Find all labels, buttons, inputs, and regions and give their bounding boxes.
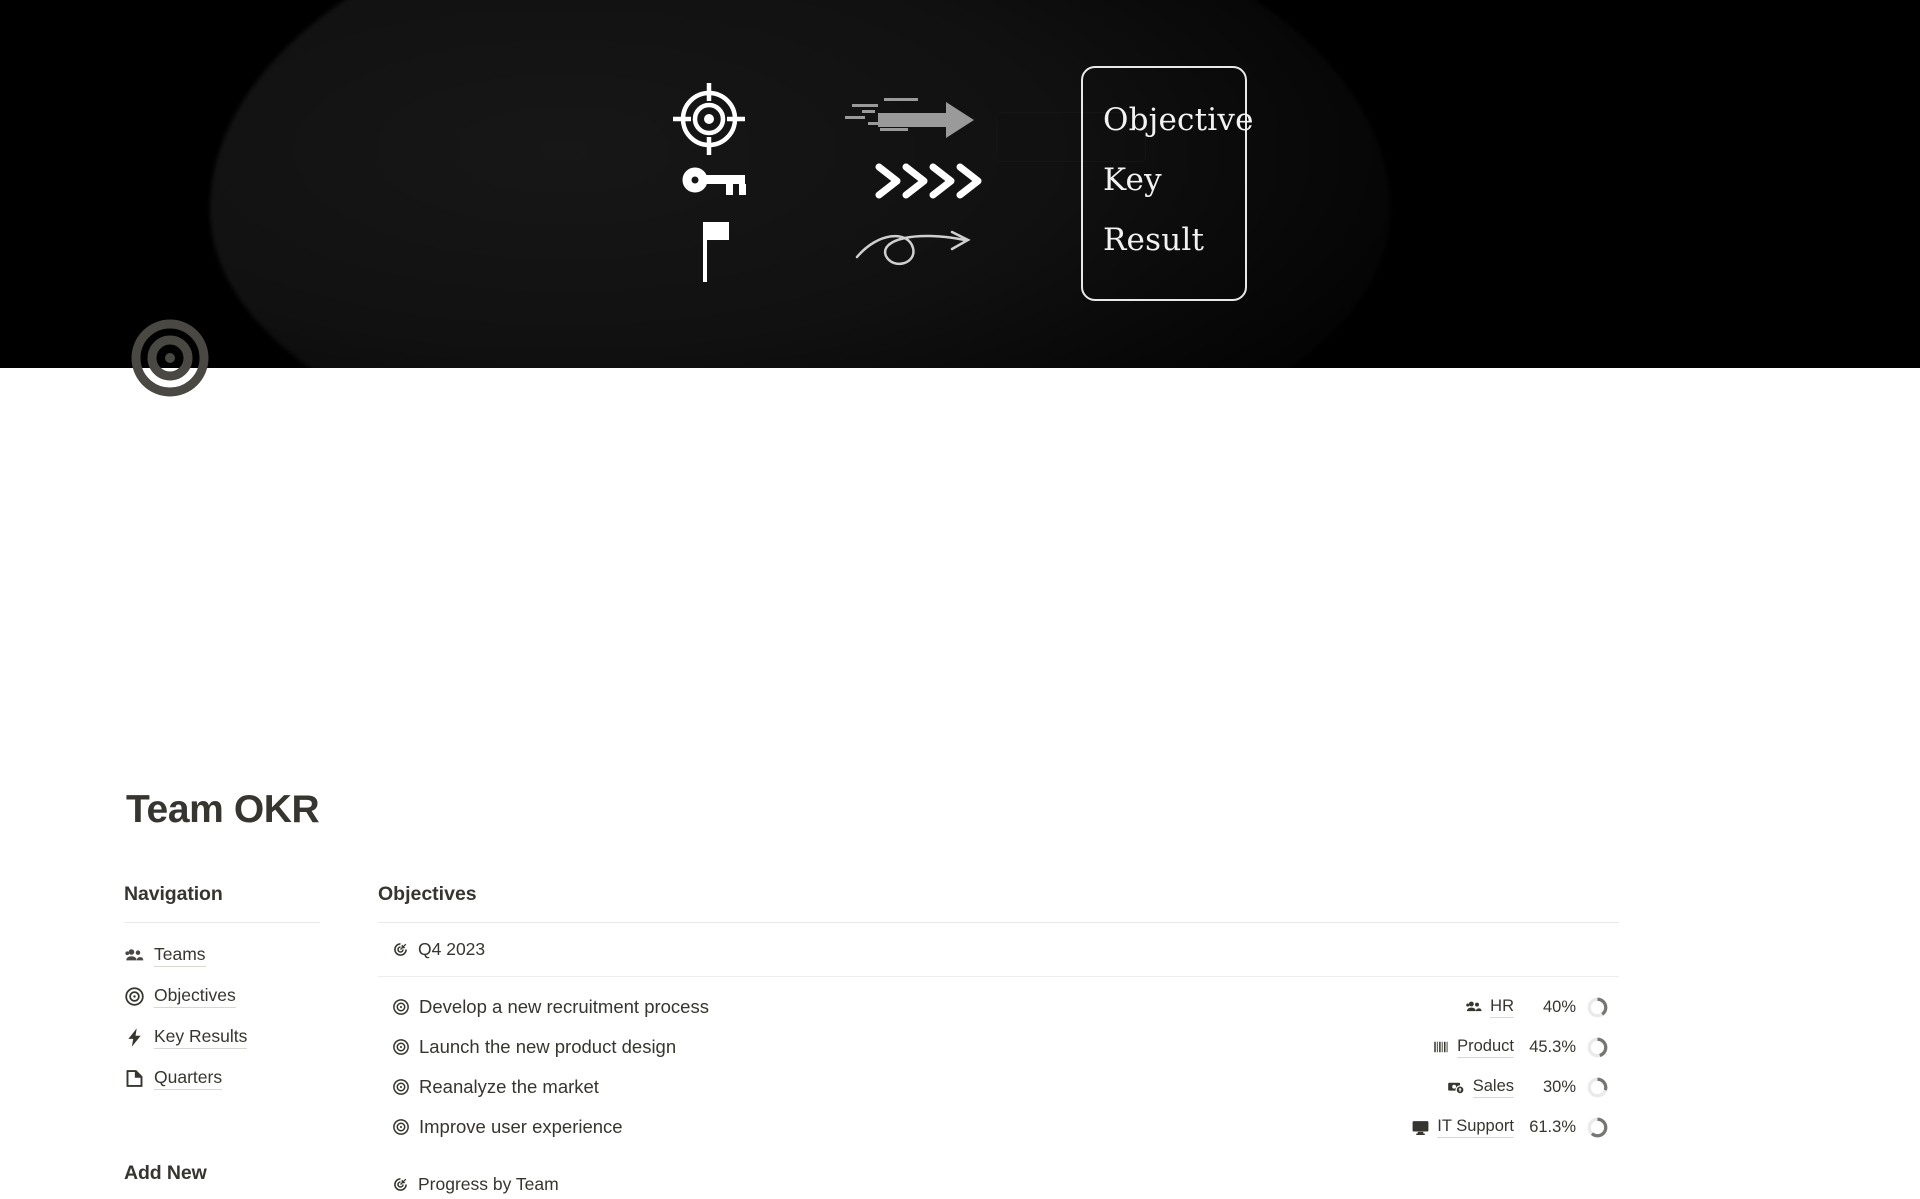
team-chip[interactable]: Sales	[1447, 1077, 1514, 1098]
objective-row[interactable]: Develop a new recruitment process HR 40%	[378, 987, 1619, 1027]
flag-icon	[703, 222, 729, 282]
main-objectives-panel: Objectives Q4 2023 Develop a new recruit…	[378, 883, 1619, 1199]
target-center-dot	[704, 114, 714, 124]
progress-group-label: Progress by Team	[418, 1173, 559, 1194]
objective-percent: 61.3%	[1529, 1117, 1576, 1136]
sidebar-item-label: Quarters	[154, 1067, 223, 1090]
progress-ring	[1586, 1116, 1609, 1139]
bullseye-target-icon	[124, 986, 145, 1007]
objective-title: Launch the new product design	[419, 1036, 677, 1057]
team-name: Sales	[1472, 1077, 1514, 1098]
okr-word-key: Key	[1103, 162, 1162, 198]
team-chip[interactable]: Product	[1432, 1037, 1514, 1058]
bullseye-target-icon	[392, 998, 410, 1016]
objective-percent: 30%	[1542, 1077, 1576, 1096]
sidebar-navigation: Navigation Teams Objectives Key Results …	[124, 883, 324, 1099]
sidebar-item-label: Teams	[154, 944, 206, 967]
people-group-icon	[124, 945, 145, 966]
navigation-divider	[124, 922, 320, 923]
objective-meta: HR 40%	[1465, 996, 1619, 1019]
objective-title: Develop a new recruitment process	[419, 996, 709, 1017]
okr-label-box: Objective Key Result	[1081, 66, 1254, 301]
page-cover-banner: Objective Key Result	[0, 0, 1920, 368]
objective-title: Improve user experience	[419, 1116, 623, 1137]
objective-percent: 45.3%	[1529, 1037, 1576, 1056]
objective-row[interactable]: Reanalyze the market Sales 30%	[378, 1067, 1619, 1107]
objectives-heading: Objectives	[378, 883, 477, 905]
key-icon	[682, 167, 746, 195]
people-group-icon	[1465, 998, 1483, 1016]
navigation-heading: Navigation	[124, 883, 223, 905]
add-new-section: Add New + Team + Quarter + Objective + K…	[124, 1162, 334, 1199]
add-new-heading: Add New	[124, 1162, 207, 1184]
dashed-arrow-icon	[845, 98, 974, 138]
money-bill-icon	[1447, 1078, 1466, 1097]
progress-ring	[1586, 996, 1609, 1019]
group-row-quarter[interactable]: Q4 2023	[378, 923, 1619, 977]
team-name: IT Support	[1437, 1117, 1514, 1138]
sidebar-item-key-results[interactable]: Key Results	[124, 1017, 324, 1058]
objective-meta: Product 45.3%	[1432, 1036, 1619, 1059]
team-name: Product	[1457, 1037, 1514, 1058]
desktop-monitor-icon	[1411, 1118, 1430, 1137]
objective-title: Reanalyze the market	[419, 1076, 599, 1097]
banner-artwork	[673, 83, 982, 282]
team-chip[interactable]: HR	[1465, 997, 1514, 1018]
target-dart-icon	[392, 1176, 409, 1193]
objective-percent: 40%	[1542, 997, 1576, 1016]
objective-meta: Sales 30%	[1447, 1076, 1619, 1099]
objective-meta: IT Support 61.3%	[1411, 1116, 1619, 1139]
group-row-progress-by-team[interactable]: Progress by Team	[378, 1157, 1619, 1199]
okr-word-result: Result	[1103, 222, 1205, 258]
okr-word-objective: Objective	[1103, 102, 1254, 138]
page-corner-icon	[124, 1068, 145, 1089]
progress-ring	[1586, 1076, 1609, 1099]
team-name: HR	[1490, 997, 1514, 1018]
sidebar-item-objectives[interactable]: Objectives	[124, 976, 324, 1017]
chevrons-right-icon	[875, 163, 982, 199]
bullseye-target-icon	[392, 1118, 410, 1136]
sidebar-item-quarters[interactable]: Quarters	[124, 1058, 324, 1099]
bolt-icon	[124, 1027, 145, 1048]
quarter-group-label: Q4 2023	[418, 939, 486, 959]
page-icon-bullseye-target-icon[interactable]	[130, 318, 210, 398]
objective-row[interactable]: Launch the new product design Product 45	[378, 1027, 1619, 1067]
target-dart-icon	[392, 941, 409, 958]
barcode-icon	[1432, 1038, 1450, 1056]
sidebar-item-label: Objectives	[154, 985, 236, 1008]
sidebar-item-teams[interactable]: Teams	[124, 935, 324, 976]
progress-ring	[1586, 1036, 1609, 1059]
objectives-list: Develop a new recruitment process HR 40%	[378, 977, 1619, 1147]
navigation-list: Teams Objectives Key Results Quarters	[124, 935, 324, 1099]
sidebar-item-label: Key Results	[154, 1026, 248, 1049]
bullseye-target-icon	[392, 1038, 410, 1056]
bullseye-target-icon	[392, 1078, 410, 1096]
page-title: Team OKR	[126, 788, 320, 831]
curly-arrow-icon	[855, 230, 971, 266]
team-chip[interactable]: IT Support	[1411, 1117, 1514, 1138]
objective-row[interactable]: Improve user experience IT Support 61.3%	[378, 1107, 1619, 1147]
